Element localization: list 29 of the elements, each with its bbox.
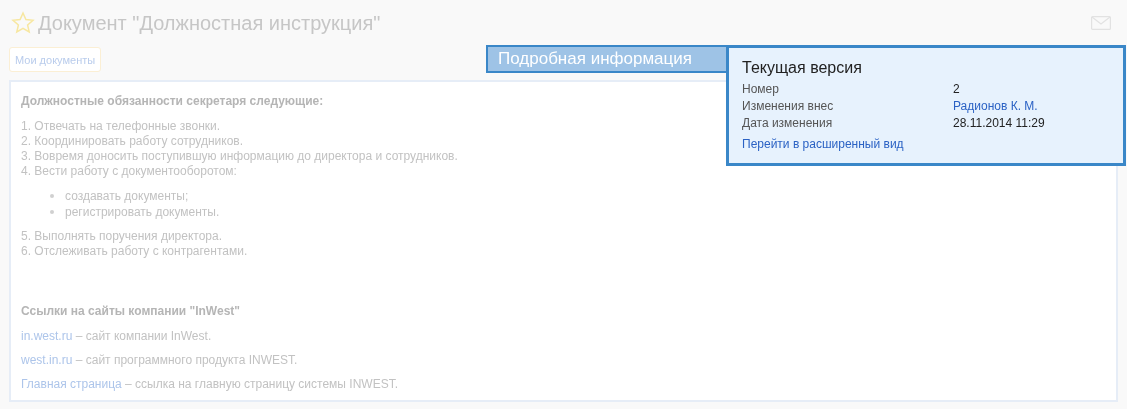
- link-description: west.in.ru – сайт программного продукта INWEST.: [21, 353, 298, 367]
- duty-item: 1. Отвечать на телефонные звонки.: [21, 119, 221, 134]
- bullet-icon: [50, 210, 54, 214]
- duty-item: 5. Выполнять поручения директора.: [21, 229, 223, 244]
- field-label: Дата изменения: [742, 115, 834, 132]
- duty-item: 3. Вовремя доносить поступившую информацию до директора и сотрудников.: [21, 149, 458, 164]
- star-icon[interactable]: [11, 11, 35, 35]
- link-description: in.west.ru – сайт компании InWest.: [21, 329, 212, 343]
- duty-subitem: регистрировать документы.: [65, 204, 220, 220]
- duty-subitem: создавать документы;: [65, 188, 189, 204]
- section-heading: Ссылки на сайты компании "InWest": [21, 304, 240, 318]
- bullet-icon: [50, 194, 54, 198]
- field-value: 28.11.2014 11:29: [953, 115, 1045, 132]
- duty-item: 6. Отслеживать работу с контрагентами.: [21, 244, 248, 259]
- popup-title: Текущая версия: [742, 59, 863, 77]
- duty-item: 2. Координировать работу сотрудников.: [21, 134, 244, 149]
- site-link[interactable]: in.west.ru: [21, 329, 73, 343]
- field-label: Изменения внес: [742, 98, 835, 115]
- link-description: Главная страница – ссылка на главную страницу системы INWEST.: [21, 377, 398, 391]
- field-value: 2: [953, 81, 960, 98]
- field-label: Номер: [742, 81, 780, 98]
- field-link[interactable]: Радионов К. М.: [953, 98, 1038, 115]
- extended-view-link[interactable]: Перейти в расширенный вид: [742, 137, 1110, 151]
- section-heading: Должностные обязанности секретаря следующие:: [21, 94, 324, 108]
- site-link[interactable]: west.in.ru: [21, 353, 73, 367]
- site-link[interactable]: Главная страница: [21, 377, 122, 391]
- duty-item: 4. Вести работу с документооборотом:: [21, 164, 237, 179]
- my-documents-button[interactable]: Мои документы: [9, 47, 102, 72]
- details-tab[interactable]: Подробная информация: [486, 45, 727, 73]
